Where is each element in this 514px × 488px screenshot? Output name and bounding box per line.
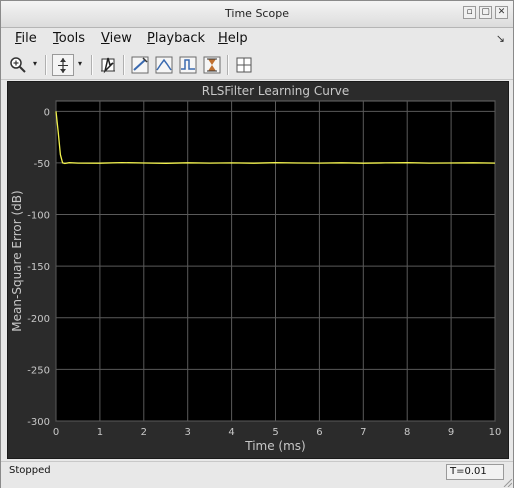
peak-finder-icon[interactable] (153, 54, 175, 76)
toolbar-separator (123, 55, 125, 75)
simulation-time-readout: T=0.01 (446, 464, 504, 480)
window-title: Time Scope (225, 7, 289, 20)
x-tick-label: 9 (448, 427, 454, 438)
toolbar-separator (227, 55, 229, 75)
y-axis-label: Mean-Square Error (dB) (10, 190, 24, 331)
x-tick-label: 4 (228, 427, 234, 438)
x-axis-label: Time (ms) (244, 439, 306, 453)
status-text: Stopped (9, 465, 51, 476)
restore-icon[interactable]: ▫ (463, 6, 476, 19)
x-tick-label: 1 (97, 427, 103, 438)
axes-scaling-dropdown-icon[interactable]: ▾ (78, 59, 86, 69)
data-cursor-icon[interactable] (97, 54, 119, 76)
title-bar[interactable]: Time Scope ▫ ▢ ✕ (1, 1, 513, 28)
y-tick-label: -200 (27, 314, 50, 325)
zoom-in-icon[interactable] (7, 54, 29, 76)
y-tick-label: -150 (27, 262, 50, 273)
x-tick-label: 5 (272, 427, 278, 438)
measurement-line-icon[interactable] (129, 54, 151, 76)
plot-panel: 0 1 2 3 4 5 6 7 8 9 10 0 -50 -100 -150 -200 -250 -300 RLS… (7, 81, 509, 459)
time-scope-chart[interactable]: 0 1 2 3 4 5 6 7 8 9 10 0 -50 -100 -150 -200 -250 -300 RLS… (8, 82, 508, 458)
x-tick-label: 0 (53, 427, 59, 438)
chart-title: RLSFilter Learning Curve (202, 84, 350, 98)
toolbar-separator (45, 55, 47, 75)
x-tick-label: 8 (404, 427, 410, 438)
y-tick-label: -50 (34, 159, 50, 170)
axes-scaling-icon[interactable] (52, 54, 74, 76)
toolbar: ▾ ▾ (1, 51, 513, 80)
menu-bar: File Tools View Playback Help ↘ (1, 28, 513, 50)
x-tick-label: 7 (360, 427, 366, 438)
maximize-icon[interactable]: ▢ (479, 6, 492, 19)
y-tick-label: 0 (44, 107, 50, 118)
y-tick-label: -100 (27, 211, 50, 222)
x-tick-label: 6 (316, 427, 322, 438)
bilevel-measurements-icon[interactable] (177, 54, 199, 76)
menu-view[interactable]: View (101, 31, 132, 46)
menu-tools[interactable]: Tools (53, 31, 85, 46)
x-tick-label: 10 (489, 427, 502, 438)
layout-grid-icon[interactable] (233, 54, 255, 76)
y-tick-label: -300 (27, 417, 50, 428)
resize-grip-icon[interactable] (502, 479, 512, 487)
zoom-dropdown-icon[interactable]: ▾ (33, 59, 41, 69)
signal-statistics-icon[interactable] (201, 54, 223, 76)
undock-arrow-icon[interactable]: ↘ (496, 32, 505, 45)
menu-help[interactable]: Help (218, 31, 248, 46)
y-tick-label: -250 (27, 365, 50, 376)
menu-playback[interactable]: Playback (147, 31, 205, 46)
close-icon[interactable]: ✕ (495, 6, 508, 19)
time-scope-window: Time Scope ▫ ▢ ✕ File Tools View Playbac… (0, 0, 514, 488)
x-tick-label: 2 (141, 427, 147, 438)
x-tick-label: 3 (185, 427, 191, 438)
menu-file[interactable]: File (15, 31, 37, 46)
status-bar: Stopped T=0.01 (1, 461, 513, 488)
toolbar-separator (91, 55, 93, 75)
